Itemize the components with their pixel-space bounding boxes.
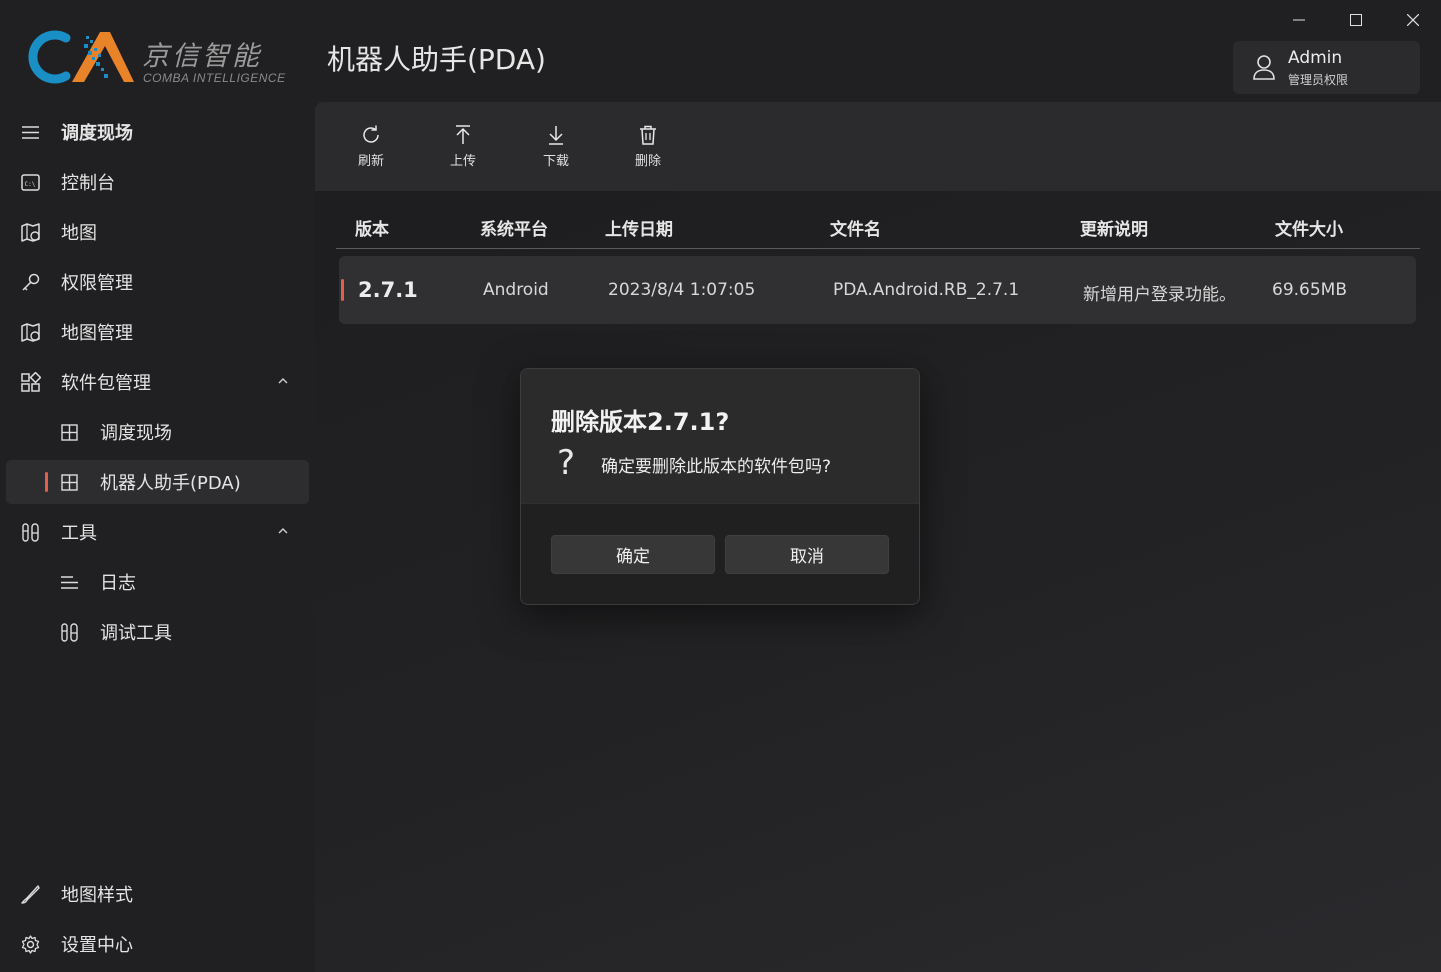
sidebar-item-log[interactable]: 日志 xyxy=(6,560,309,604)
download-icon xyxy=(549,126,563,145)
brush-icon xyxy=(21,885,40,904)
dialog-body: 删除版本2.7.1? ? 确定要删除此版本的软件包吗? xyxy=(521,369,919,503)
sidebar-item-label: 权限管理 xyxy=(61,273,133,294)
dialog-title: 删除版本2.7.1? xyxy=(551,408,730,436)
delete-label: 删除 xyxy=(634,154,661,169)
cell-upload-date: 2023/8/4 1:07:05 xyxy=(608,280,756,300)
map-settings-icon xyxy=(21,323,40,342)
map-icon xyxy=(21,223,40,242)
user-icon xyxy=(1253,55,1275,80)
sidebar-item-dispatch[interactable]: 调度现场 xyxy=(6,110,309,154)
window-controls xyxy=(1270,0,1441,40)
sidebar-item-label: 日志 xyxy=(100,573,136,594)
table-row[interactable]: 2.7.1 Android 2023/8/4 1:07:05 PDA.Andro… xyxy=(339,256,1416,324)
sidebar-item-label: 地图 xyxy=(61,223,97,244)
user-role: 管理员权限 xyxy=(1288,73,1349,87)
download-button[interactable]: 下载 xyxy=(526,124,586,174)
sidebar-item-permissions[interactable]: 权限管理 xyxy=(6,260,309,304)
sidebar-item-package-management[interactable]: 软件包管理 xyxy=(6,360,309,404)
minimize-icon xyxy=(1292,19,1305,21)
column-header-version[interactable]: 版本 xyxy=(355,215,389,240)
logo-mark-icon xyxy=(28,30,134,84)
active-indicator xyxy=(45,472,48,492)
dialog-footer: 确定 取消 xyxy=(521,503,919,604)
cell-platform: Android xyxy=(483,280,549,300)
sidebar-item-label: 设置中心 xyxy=(61,935,133,956)
log-icon xyxy=(61,576,78,589)
maximize-button[interactable] xyxy=(1327,0,1384,40)
upload-button[interactable]: 上传 xyxy=(433,124,493,174)
close-icon xyxy=(1406,14,1419,26)
confirm-button[interactable]: 确定 xyxy=(551,535,715,574)
cell-notes: 新增用户登录功能。 xyxy=(1083,285,1236,305)
refresh-label: 刷新 xyxy=(357,154,384,169)
package-icon xyxy=(21,372,41,392)
refresh-icon xyxy=(363,125,379,143)
table-header: 版本 系统平台 上传日期 文件名 更新说明 文件大小 xyxy=(336,210,1420,249)
sidebar-item-console[interactable]: C:\ 控制台 xyxy=(6,160,309,204)
maximize-icon xyxy=(1349,14,1362,26)
cell-filename: PDA.Android.RB_2.7.1 xyxy=(833,280,1020,300)
console-icon: C:\ xyxy=(21,174,40,191)
sidebar-item-label: 工具 xyxy=(61,523,97,544)
logo-text-cn: 京信智能 xyxy=(142,41,262,72)
package-item-icon xyxy=(61,474,78,491)
sidebar-item-map-management[interactable]: 地图管理 xyxy=(6,310,309,354)
question-icon: ? xyxy=(557,443,576,483)
user-account-button[interactable]: Admin 管理员权限 xyxy=(1233,41,1420,94)
cell-size: 69.65MB xyxy=(1272,280,1347,300)
hamburger-icon xyxy=(22,126,39,139)
column-header-platform[interactable]: 系统平台 xyxy=(480,215,548,240)
delete-button[interactable]: 删除 xyxy=(618,124,678,174)
debug-tools-icon xyxy=(61,623,78,642)
sidebar-item-map[interactable]: 地图 xyxy=(6,210,309,254)
sidebar-item-label: 调试工具 xyxy=(100,623,172,644)
company-logo: 京信智能 COMBA INTELLIGENCE xyxy=(26,24,301,88)
sidebar-item-label: 地图样式 xyxy=(61,885,133,906)
chevron-up-icon xyxy=(278,528,288,534)
sidebar-item-label: 软件包管理 xyxy=(61,373,151,394)
upload-label: 上传 xyxy=(449,154,476,169)
column-header-filename[interactable]: 文件名 xyxy=(830,215,881,240)
sidebar-item-map-style[interactable]: 地图样式 xyxy=(6,872,309,916)
close-button[interactable] xyxy=(1384,0,1441,40)
sidebar-item-label: 地图管理 xyxy=(61,323,133,344)
chevron-up-icon xyxy=(278,378,288,384)
sidebar-item-package-dispatch[interactable]: 调度现场 xyxy=(6,410,309,454)
sidebar-item-label: 调度现场 xyxy=(100,423,172,444)
gear-icon xyxy=(21,935,40,954)
sidebar-item-package-pda[interactable]: 机器人助手(PDA) xyxy=(6,460,309,504)
sidebar-item-debug-tools[interactable]: 调试工具 xyxy=(6,610,309,654)
sidebar-item-tools[interactable]: 工具 xyxy=(6,510,309,554)
user-name: Admin xyxy=(1288,48,1343,68)
svg-text:C:\: C:\ xyxy=(25,181,36,188)
dialog-message: 确定要删除此版本的软件包吗? xyxy=(601,457,832,477)
column-header-size[interactable]: 文件大小 xyxy=(1275,215,1343,240)
row-selected-indicator xyxy=(341,279,344,301)
toolbar: 刷新 上传 下载 删除 xyxy=(315,102,1441,191)
sidebar-item-label: 机器人助手(PDA) xyxy=(100,473,241,494)
delete-confirm-dialog: 删除版本2.7.1? ? 确定要删除此版本的软件包吗? 确定 取消 xyxy=(520,368,920,605)
sidebar-item-label: 控制台 xyxy=(61,173,115,194)
page-title: 机器人助手(PDA) xyxy=(327,43,546,76)
upload-icon xyxy=(456,125,470,144)
sidebar: 调度现场 C:\ 控制台 地图 权限管理 地图管理 软件包管理 调度现场 机器人… xyxy=(0,106,315,972)
column-header-upload-date[interactable]: 上传日期 xyxy=(605,215,673,240)
cancel-button[interactable]: 取消 xyxy=(725,535,889,574)
key-icon xyxy=(22,273,40,291)
logo-text-en: COMBA INTELLIGENCE xyxy=(143,71,286,85)
refresh-button[interactable]: 刷新 xyxy=(341,124,401,174)
package-item-icon xyxy=(61,424,78,441)
minimize-button[interactable] xyxy=(1270,0,1327,40)
cell-version: 2.7.1 xyxy=(358,278,418,302)
sidebar-item-settings[interactable]: 设置中心 xyxy=(6,922,309,966)
trash-icon xyxy=(640,125,656,145)
column-header-notes[interactable]: 更新说明 xyxy=(1080,215,1148,240)
download-label: 下载 xyxy=(542,154,569,169)
app-window: 京信智能 COMBA INTELLIGENCE 机器人助手(PDA) Admin… xyxy=(0,0,1441,972)
sidebar-item-label: 调度现场 xyxy=(61,123,133,144)
tools-icon xyxy=(22,523,39,542)
